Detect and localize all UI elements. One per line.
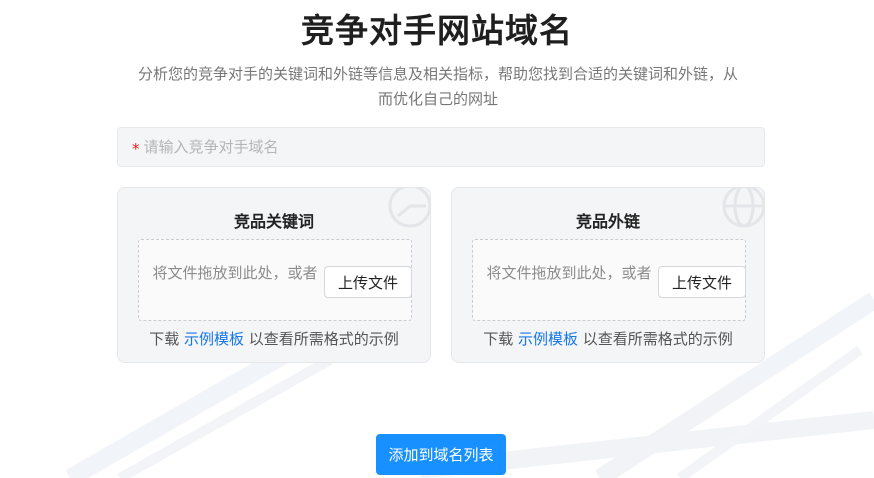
subtitle-line-1: 分析您的竞争对手的关键词和外链等信息及相关指标，帮助您找到合适的关键词和外链，从: [137, 65, 738, 83]
upload-file-button[interactable]: 上传文件: [324, 266, 412, 298]
file-drop-zone[interactable]: 将文件拖放到此处，或者 上传文件: [138, 239, 412, 321]
card-title: 竞品关键词: [233, 212, 314, 231]
competitor-domain-page: 竞争对手网站域名 分析您的竞争对手的关键词和外链等信息及相关指标，帮助您找到合适…: [0, 0, 874, 478]
drop-zone-hint: 将文件拖放到此处，或者: [486, 264, 652, 282]
drop-zone-hint: 将文件拖放到此处，或者: [152, 264, 318, 282]
competitor-domain-input[interactable]: [143, 138, 764, 156]
template-prefix: 下载: [149, 330, 180, 348]
template-suffix: 以查看所需格式的示例: [248, 330, 399, 348]
sample-template-link[interactable]: 示例模板: [518, 330, 578, 348]
required-asterisk: *: [132, 140, 140, 158]
card-title: 竞品外链: [575, 212, 640, 231]
file-drop-zone[interactable]: 将文件拖放到此处，或者 上传文件: [472, 239, 746, 321]
template-suffix: 以查看所需格式的示例: [582, 330, 733, 348]
competitor-backlinks-card: 竞品外链 将文件拖放到此处，或者 上传文件 下载 示例模板 以查看所需格式的示例: [451, 187, 765, 363]
competitor-keywords-card: 竞品关键词 将文件拖放到此处，或者 上传文件 下载 示例模板 以查看所需格式的示…: [117, 187, 431, 363]
subtitle-line-2: 而优化自己的网址: [377, 90, 498, 108]
page-subtitle: 分析您的竞争对手的关键词和外链等信息及相关指标，帮助您找到合适的关键词和外链，从…: [112, 62, 764, 112]
competitor-domain-field[interactable]: *: [117, 127, 765, 167]
upload-file-button[interactable]: 上传文件: [658, 266, 746, 298]
template-download-line: 下载 示例模板 以查看所需格式的示例: [118, 328, 430, 349]
template-prefix: 下载: [483, 330, 514, 348]
template-download-line: 下载 示例模板 以查看所需格式的示例: [452, 328, 764, 349]
add-to-domain-list-button[interactable]: 添加到域名列表: [376, 434, 506, 475]
sample-template-link[interactable]: 示例模板: [184, 330, 244, 348]
page-title: 竞争对手网站域名: [301, 11, 573, 50]
